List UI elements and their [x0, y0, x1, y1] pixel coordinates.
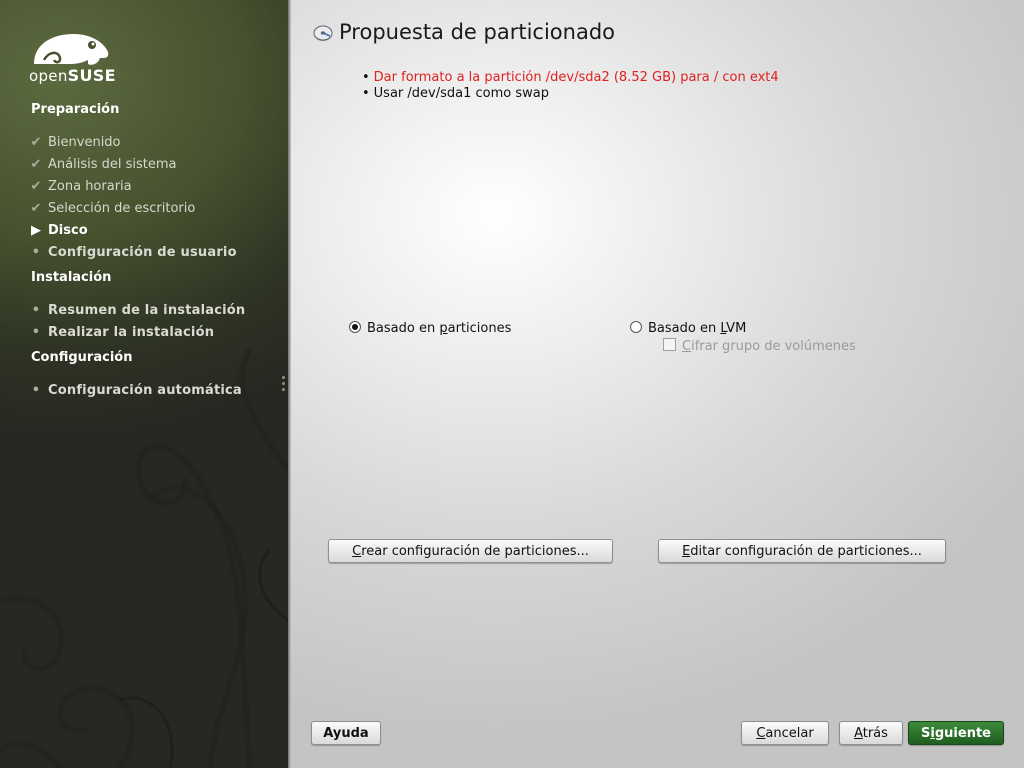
radio-lvm-based[interactable]: Basado en LVM [630, 321, 746, 336]
bullet-icon: • [362, 86, 370, 101]
radio-unselected-icon[interactable] [630, 321, 642, 333]
next-button[interactable]: Siguiente [908, 721, 1004, 745]
sidebar-resize-grip[interactable] [282, 376, 285, 394]
checkmark-icon: ✔ [30, 157, 42, 172]
bullet-icon: • [31, 303, 41, 318]
current-step-arrow-icon: ▶ [31, 223, 41, 238]
proposal-item-format: • Dar formato a la partición /dev/sda2 (8… [362, 70, 779, 85]
step-configuracion-automatica: • Configuración automática [28, 382, 242, 400]
sidebar: openSUSE Preparación ✔ Bienvenido ✔ Anális… [0, 0, 288, 768]
main-panel [291, 0, 1024, 768]
back-button[interactable]: Atrás [839, 721, 903, 745]
radio-partition-based[interactable]: Basado en particiones [349, 321, 511, 336]
step-seleccion-escritorio: ✔ Selección de escritorio [28, 200, 196, 218]
step-analisis-sistema: ✔ Análisis del sistema [28, 156, 177, 174]
opensuse-logo-text: openSUSE [29, 66, 116, 85]
help-button[interactable]: Ayuda [311, 721, 381, 745]
checkmark-icon: ✔ [30, 135, 42, 150]
section-configuracion: Configuración [31, 350, 133, 365]
section-instalacion: Instalación [31, 270, 112, 285]
step-resumen-instalacion: • Resumen de la instalación [28, 302, 245, 320]
disk-icon [313, 24, 333, 46]
step-configuracion-usuario: • Configuración de usuario [28, 244, 237, 262]
radio-selected-icon[interactable] [349, 321, 361, 333]
checkmark-icon: ✔ [30, 179, 42, 194]
step-realizar-instalacion: • Realizar la instalación [28, 324, 214, 342]
page-title: Propuesta de particionado [339, 20, 616, 44]
cancel-button[interactable]: Cancelar [741, 721, 829, 745]
proposal-item-swap: • Usar /dev/sda1 como swap [362, 86, 549, 101]
checkmark-icon: ✔ [30, 201, 42, 216]
bullet-icon: • [31, 325, 41, 340]
create-partition-setup-button[interactable]: Crear configuración de particiones... [328, 539, 613, 563]
step-disco: ▶ Disco [28, 222, 88, 240]
bullet-icon: • [31, 383, 41, 398]
section-preparacion: Preparación [31, 102, 120, 117]
step-zona-horaria: ✔ Zona horaria [28, 178, 132, 196]
bullet-icon: • [31, 245, 41, 260]
edit-partition-setup-button[interactable]: Editar configuración de particiones... [658, 539, 946, 563]
checkbox-unchecked-icon[interactable] [663, 338, 676, 351]
checkbox-encrypt-volume-group[interactable]: Cifrar grupo de volúmenes [663, 338, 856, 354]
step-bienvenido: ✔ Bienvenido [28, 134, 121, 152]
bullet-icon: • [362, 70, 370, 85]
